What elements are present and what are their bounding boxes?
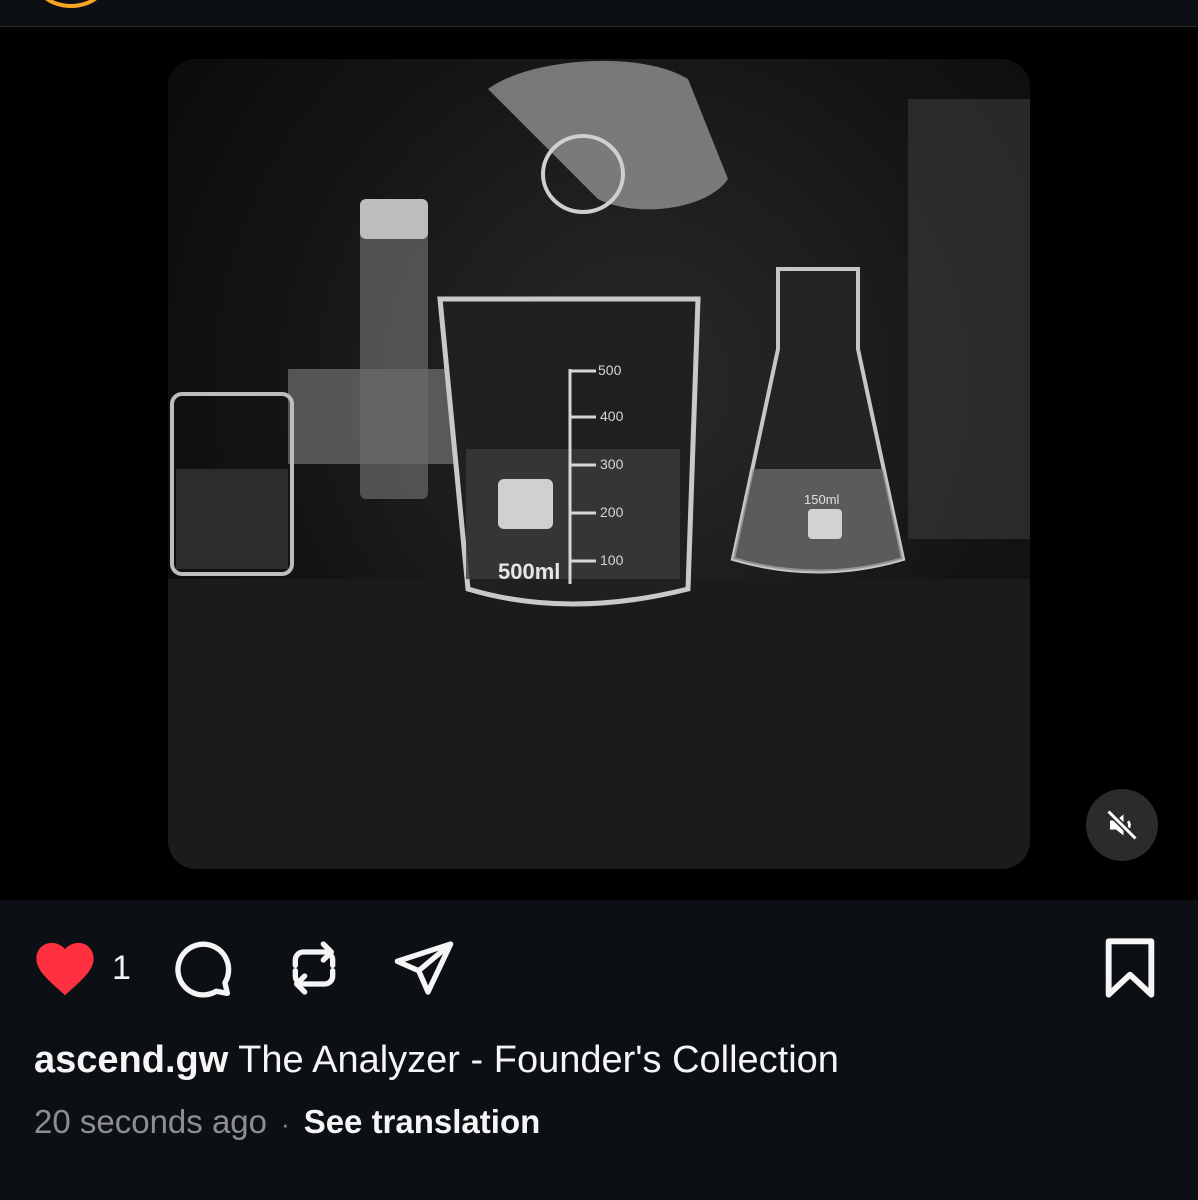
mute-toggle-button[interactable] [1086, 789, 1158, 861]
post-meta: 20 seconds ago · See translation [34, 1100, 540, 1144]
post-caption: ascend.gw The Analyzer - Founder's Colle… [34, 1036, 1174, 1084]
flask-label: 150ml [804, 492, 840, 507]
see-translation-link[interactable]: See translation [304, 1103, 541, 1140]
caption-text: The Analyzer - Founder's Collection [238, 1039, 839, 1081]
video-still-illustration: 500ml 500 400 300 200 100 150ml [168, 60, 1030, 869]
scale-400: 400 [600, 408, 624, 424]
beaker-large-label: 500ml [498, 559, 560, 584]
scale-300: 300 [600, 456, 624, 472]
share-button[interactable] [392, 936, 456, 1000]
top-bar [0, 0, 1198, 27]
post-timestamp: 20 seconds ago [34, 1103, 268, 1140]
comment-icon [175, 941, 232, 998]
heart-filled-icon [36, 942, 94, 996]
scale-200: 200 [600, 504, 624, 520]
bookmark-icon [1105, 938, 1155, 998]
send-icon [394, 941, 454, 995]
video-player[interactable]: 500ml 500 400 300 200 100 150ml [168, 59, 1030, 869]
post-actions-bar: 1 [0, 900, 1198, 1030]
save-button[interactable] [1100, 936, 1160, 1000]
post-media[interactable]: 500ml 500 400 300 200 100 150ml [0, 27, 1198, 900]
comment-button[interactable] [170, 936, 234, 1000]
meta-separator: · [281, 1109, 290, 1139]
avatar-story-ring[interactable] [34, 0, 108, 8]
caption-username[interactable]: ascend.gw [34, 1039, 228, 1081]
speaker-muted-icon [1106, 809, 1138, 841]
scale-100: 100 [600, 552, 624, 568]
repost-icon [292, 941, 336, 995]
scale-500: 500 [598, 362, 622, 378]
like-button[interactable]: 1 [32, 936, 131, 1000]
repost-button[interactable] [282, 936, 346, 1000]
like-count[interactable]: 1 [112, 949, 131, 988]
